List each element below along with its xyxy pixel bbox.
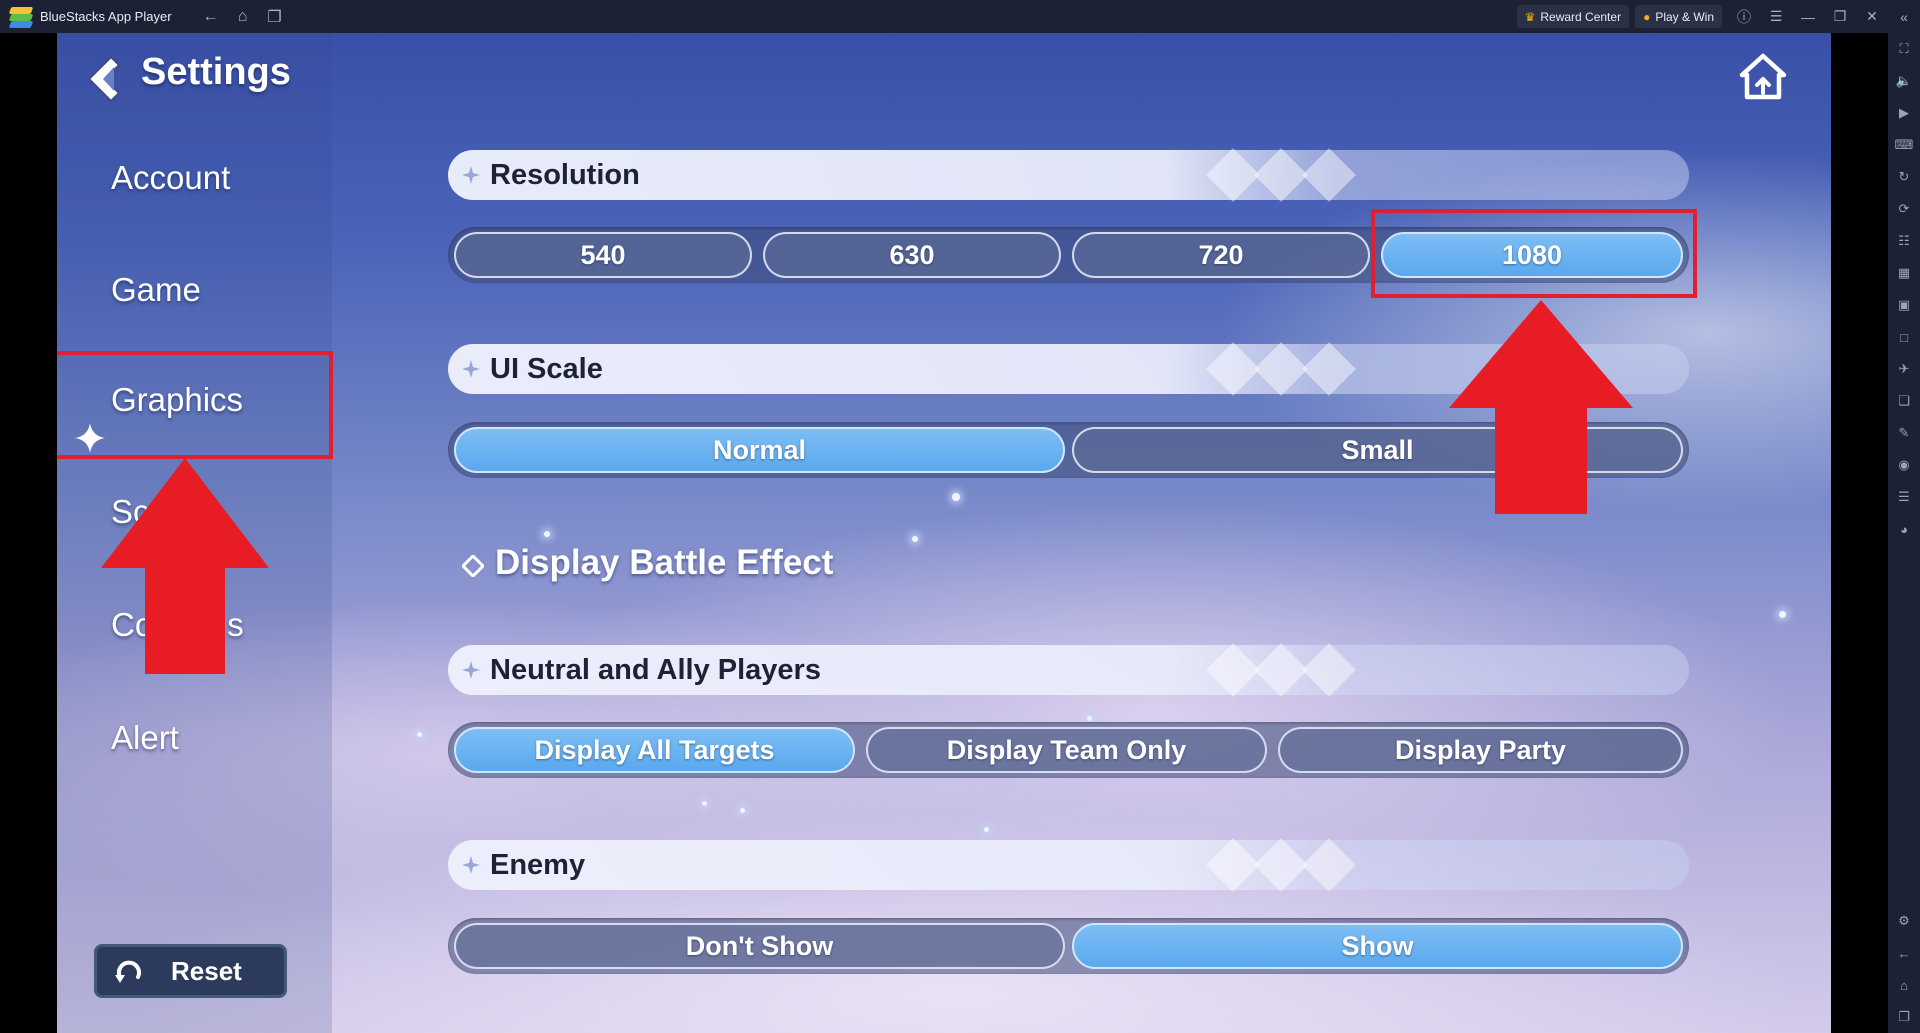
rotate-icon[interactable]: ⟳ (1888, 193, 1920, 225)
reward-center-button[interactable]: ♛ Reward Center (1516, 5, 1630, 28)
header-diamond-decoration (1206, 148, 1260, 202)
home-icon-toolbar[interactable]: ⌂ (1888, 969, 1920, 1001)
close-icon[interactable]: ✕ (1856, 0, 1888, 33)
back-chevron-icon[interactable] (81, 53, 129, 105)
resolution-header: Resolution (448, 148, 1689, 202)
back-nav-icon[interactable]: ← (200, 6, 222, 28)
header-diamond-decoration (1254, 643, 1308, 697)
keyboard-icon[interactable]: ⌨ (1888, 129, 1920, 161)
reset-label: Reset (171, 955, 242, 986)
menu-icon[interactable]: ☰ (1760, 0, 1792, 33)
window-title: BlueStacks App Player (40, 9, 172, 24)
crown-icon: ♛ (1524, 9, 1536, 24)
sparkle-decoration (740, 808, 745, 813)
neutral-ally-options: Display All Targets Display Team Only Di… (448, 722, 1689, 778)
sparkle-decoration (952, 493, 960, 501)
resolution-option-720[interactable]: 720 (1072, 232, 1370, 278)
apk-icon[interactable]: ▦ (1888, 257, 1920, 289)
home-icon[interactable] (1737, 51, 1789, 103)
resolution-option-540[interactable]: 540 (454, 232, 752, 278)
ui-scale-option-normal[interactable]: Normal (454, 427, 1065, 473)
diamond-icon (462, 360, 480, 378)
play-win-label: Play & Win (1655, 9, 1714, 24)
header-diamond-decoration (1254, 342, 1308, 396)
header-diamond-decoration (1254, 838, 1308, 892)
enemy-option-show[interactable]: Show (1072, 923, 1683, 969)
header-diamond-decoration (1302, 643, 1356, 697)
menu-item-game[interactable]: Game (111, 271, 201, 309)
neutral-ally-option-team-only[interactable]: Display Team Only (866, 727, 1267, 773)
diamond-icon (462, 166, 480, 184)
neutral-ally-option-all-targets[interactable]: Display All Targets (454, 727, 855, 773)
header-diamond-decoration (1302, 838, 1356, 892)
neutral-ally-label: Neutral and Ally Players (490, 653, 821, 686)
fullscreen-icon[interactable]: ⛶ (1888, 33, 1920, 65)
home-nav-icon[interactable]: ⌂ (232, 6, 254, 28)
multi-instance-icon[interactable]: ❏ (1888, 385, 1920, 417)
display-battle-effect-title: Display Battle Effect (495, 543, 834, 582)
header-diamond-decoration (1302, 148, 1356, 202)
enemy-option-dont-show[interactable]: Don't Show (454, 923, 1065, 969)
location-icon[interactable]: ◉ (1888, 449, 1920, 481)
sparkle-decoration (544, 531, 550, 537)
menu-item-account[interactable]: Account (111, 159, 230, 197)
game-viewport: Settings Account Game Graphics Sc Co s Al… (57, 33, 1831, 1033)
enemy-options: Don't Show Show (448, 918, 1689, 974)
back-icon[interactable]: ← (1888, 937, 1920, 969)
red-arrow-up-resolution (1449, 300, 1633, 514)
reward-center-label: Reward Center (1540, 9, 1622, 24)
bluestacks-logo-icon (8, 6, 34, 28)
diamond-icon (462, 661, 480, 679)
red-arrow-up-graphics (101, 458, 269, 674)
resolution-label: Resolution (490, 158, 640, 191)
multitask-icon[interactable]: ❐ (264, 6, 286, 28)
sparkle-decoration (417, 732, 422, 737)
highlight-resolution-1080 (1371, 209, 1697, 298)
restore-icon[interactable]: ❐ (1824, 0, 1856, 33)
screenshot-icon[interactable]: ▣ (1888, 289, 1920, 321)
window-titlebar: BlueStacks App Player ← ⌂ ❐ ♛ Reward Cen… (0, 0, 1920, 33)
layers-icon[interactable]: ☰ (1888, 481, 1920, 513)
header-diamond-decoration (1206, 643, 1260, 697)
coin-icon: ● (1643, 9, 1651, 24)
collapse-sidebar-icon[interactable]: « (1888, 0, 1920, 33)
sparkle-decoration (984, 827, 989, 832)
header-diamond-decoration (1206, 838, 1260, 892)
recent-apps-icon[interactable]: ❐ (1888, 1001, 1920, 1033)
enemy-label: Enemy (490, 848, 586, 881)
airplane-icon[interactable]: ✈ (1888, 353, 1920, 385)
sparkle-decoration (912, 536, 918, 542)
sparkle-decoration (1779, 611, 1786, 618)
page-title: Settings (141, 51, 291, 93)
menu-item-alert[interactable]: Alert (111, 719, 179, 757)
sparkle-decoration (702, 801, 707, 806)
help-icon[interactable]: ⓘ (1728, 0, 1760, 33)
diamond-icon (462, 555, 484, 577)
diamond-icon (462, 856, 480, 874)
folder-icon[interactable]: □ (1888, 321, 1920, 353)
header-diamond-decoration (1302, 342, 1356, 396)
media-icon[interactable]: ▶ (1888, 97, 1920, 129)
resolution-option-630[interactable]: 630 (763, 232, 1061, 278)
reset-button[interactable]: Reset (94, 944, 287, 998)
neutral-ally-header: Neutral and Ally Players (448, 643, 1689, 697)
highlight-graphics-menu (57, 351, 333, 459)
ui-scale-label: UI Scale (490, 352, 603, 385)
reset-icon (115, 960, 141, 983)
right-toolbar: ⛶ 🔈 ▶ ⌨ ↻ ⟳ ☷ ▦ ▣ □ ✈ ❏ ✎ ◉ ☰ ◕ ⚙ ← ⌂ ❐ (1888, 33, 1920, 1033)
enemy-header: Enemy (448, 838, 1689, 892)
play-win-button[interactable]: ● Play & Win (1635, 5, 1722, 28)
header-diamond-decoration (1206, 342, 1260, 396)
settings-gear-icon[interactable]: ⚙ (1888, 905, 1920, 937)
neutral-ally-option-party[interactable]: Display Party (1278, 727, 1683, 773)
macro-icon[interactable]: ◕ (1888, 513, 1920, 545)
volume-icon[interactable]: 🔈 (1888, 65, 1920, 97)
sparkle-decoration (1087, 716, 1092, 721)
eco-mode-icon[interactable]: ✎ (1888, 417, 1920, 449)
minimize-icon[interactable]: — (1792, 0, 1824, 33)
sync-icon[interactable]: ↻ (1888, 161, 1920, 193)
gamepad-icon[interactable]: ☷ (1888, 225, 1920, 257)
header-diamond-decoration (1254, 148, 1308, 202)
